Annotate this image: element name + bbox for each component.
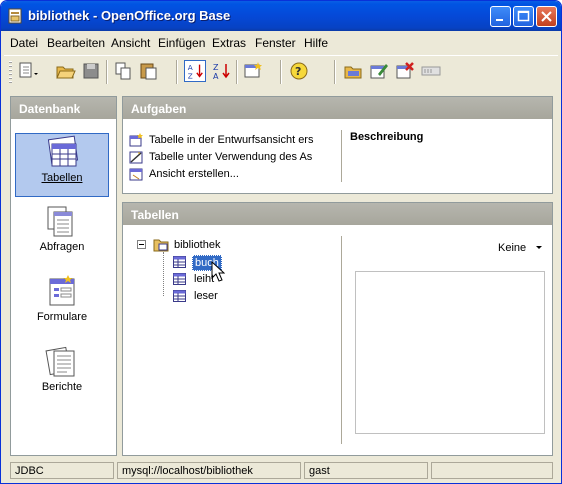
menu-bearbeiten[interactable]: Bearbeiten	[47, 36, 105, 50]
menu-hilfe[interactable]: Hilfe	[304, 36, 328, 50]
toolbar: AZ ZA ?	[4, 55, 558, 87]
aufgaben-divider	[341, 130, 342, 182]
sort-descending-icon[interactable]: ZA	[210, 60, 232, 82]
nav-abfragen-label: Abfragen	[39, 241, 85, 253]
collapse-toggle-icon[interactable]	[137, 240, 147, 250]
help-icon[interactable]: ?	[288, 60, 310, 82]
table-icon	[173, 290, 186, 302]
close-icon	[541, 11, 552, 22]
open-object-icon[interactable]	[342, 60, 364, 82]
status-extra	[431, 462, 553, 479]
rename-object-icon[interactable]	[420, 60, 442, 82]
tree-item-leser[interactable]: leser	[194, 290, 218, 302]
preview-area	[355, 271, 545, 434]
nav-berichte-label: Berichte	[41, 381, 83, 393]
aufgaben-panel: Aufgaben Tabelle in der Entwurfsansicht …	[122, 96, 553, 194]
svg-text:?: ?	[295, 65, 301, 78]
form-icon[interactable]	[242, 60, 264, 82]
save-icon[interactable]	[80, 60, 102, 82]
menu-einfuegen[interactable]: Einfügen	[158, 36, 205, 50]
forms-icon	[49, 275, 75, 306]
delete-object-icon[interactable]	[394, 60, 416, 82]
new-document-icon[interactable]	[16, 60, 38, 82]
app-window: bibliothek - OpenOffice.org Base Datei B…	[0, 0, 562, 484]
nav-tabellen-label: Tabellen	[41, 172, 83, 184]
title-bar[interactable]: bibliothek - OpenOffice.org Base	[1, 1, 561, 31]
tree-root-bibliothek[interactable]: bibliothek	[174, 239, 220, 251]
svg-text:Z: Z	[188, 71, 193, 80]
beschreibung-label: Beschreibung	[350, 131, 424, 143]
toolbar-separator	[176, 60, 178, 84]
task-create-design[interactable]: Tabelle in der Entwurfsansicht ers	[129, 133, 314, 147]
menu-extras[interactable]: Extras	[212, 36, 246, 50]
minimize-icon	[496, 19, 503, 21]
preview-mode-dropdown[interactable]: Keine	[498, 242, 543, 254]
tabellen-divider	[341, 236, 342, 444]
maximize-icon	[517, 10, 530, 22]
sort-ascending-icon[interactable]: AZ	[184, 60, 206, 82]
nav-abfragen[interactable]: Abfragen	[15, 203, 109, 267]
table-icon	[173, 273, 186, 285]
tabellen-panel: Tabellen bibliothek buch leiht leser Kei…	[122, 202, 553, 456]
toolbar-separator	[334, 60, 336, 84]
menu-fenster[interactable]: Fenster	[255, 36, 296, 50]
view-icon	[129, 168, 143, 181]
copy-icon[interactable]	[112, 60, 134, 82]
tables-icon	[47, 135, 79, 167]
paste-icon[interactable]	[138, 60, 160, 82]
task-create-view[interactable]: Ansicht erstellen...	[129, 168, 239, 181]
queries-icon	[47, 206, 73, 237]
maximize-button[interactable]	[513, 6, 534, 27]
close-button[interactable]	[536, 6, 557, 27]
table-icon	[173, 256, 186, 268]
toolbar-grip[interactable]	[9, 61, 12, 83]
toolbar-separator	[280, 60, 282, 84]
tree-line	[163, 252, 164, 296]
tree-item-leiht[interactable]: leiht	[194, 273, 214, 285]
chevron-down-icon	[536, 246, 543, 249]
minimize-button[interactable]	[490, 6, 511, 27]
table-design-icon	[129, 133, 143, 147]
table-wizard-icon	[129, 151, 143, 164]
tabellen-header: Tabellen	[123, 203, 552, 225]
menu-ansicht[interactable]: Ansicht	[111, 36, 150, 50]
nav-formulare[interactable]: Formulare	[15, 273, 109, 337]
menu-bar: Datei Bearbeiten Ansicht Einfügen Extras…	[4, 32, 558, 54]
status-url: mysql://localhost/bibliothek	[117, 462, 301, 479]
svg-text:A: A	[213, 72, 219, 81]
database-folder-icon	[153, 239, 169, 252]
nav-tabellen[interactable]: Tabellen	[15, 133, 109, 197]
menu-datei[interactable]: Datei	[10, 36, 38, 50]
toolbar-separator	[236, 60, 238, 84]
edit-object-icon[interactable]	[368, 60, 390, 82]
status-user: gast	[304, 462, 428, 479]
status-driver: JDBC	[10, 462, 114, 479]
window-title: bibliothek - OpenOffice.org Base	[28, 8, 231, 23]
base-app-icon	[8, 8, 22, 24]
datenbank-panel: Datenbank Tabellen Abfragen Formulare Be…	[10, 96, 117, 456]
nav-formulare-label: Formulare	[36, 311, 88, 323]
open-folder-icon[interactable]	[54, 60, 76, 82]
nav-berichte[interactable]: Berichte	[15, 343, 109, 407]
task-create-view-label: Ansicht erstellen...	[149, 168, 239, 180]
aufgaben-header: Aufgaben	[123, 97, 552, 119]
svg-text:Z: Z	[213, 63, 219, 72]
toolbar-separator	[106, 60, 108, 84]
task-create-wizard-label: Tabelle unter Verwendung des As	[149, 151, 313, 163]
preview-mode-value: Keine	[498, 242, 527, 254]
reports-icon	[45, 346, 75, 377]
task-create-wizard[interactable]: Tabelle unter Verwendung des As	[129, 151, 313, 164]
datenbank-header: Datenbank	[11, 97, 116, 119]
task-create-design-label: Tabelle in der Entwurfsansicht ers	[149, 134, 314, 146]
